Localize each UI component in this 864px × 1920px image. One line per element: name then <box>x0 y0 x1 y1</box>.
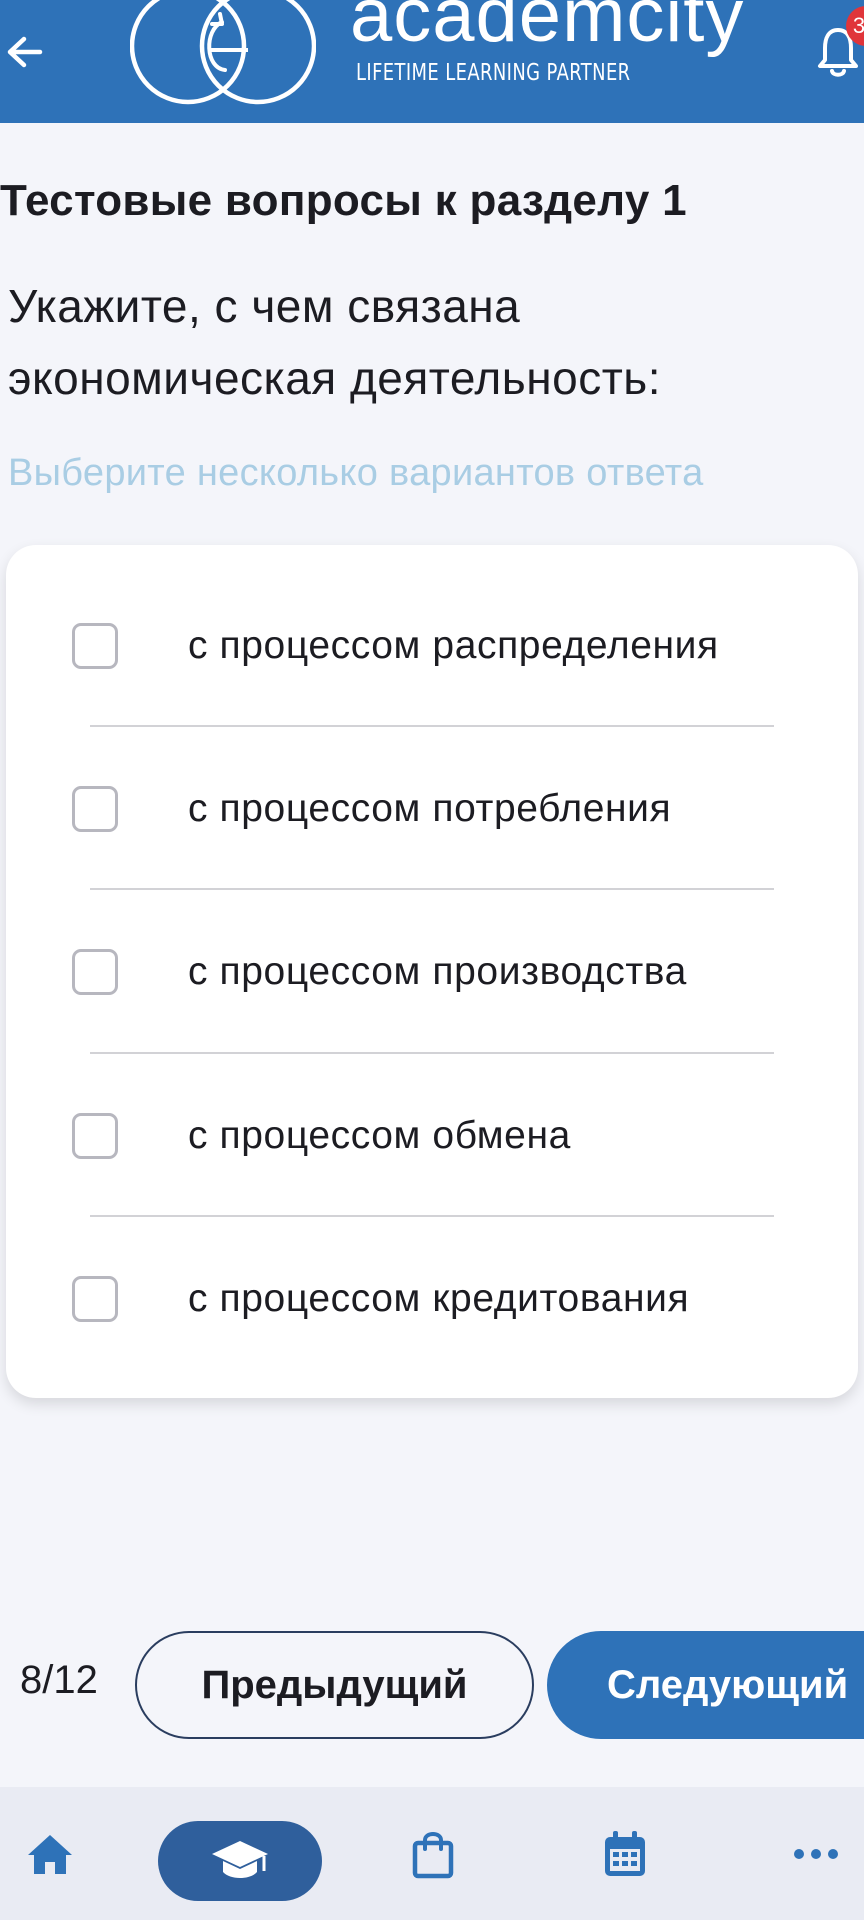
answer-option[interactable]: с процессом потребления <box>6 727 858 890</box>
option-label: с процессом потребления <box>188 786 672 830</box>
checkbox[interactable] <box>72 1112 118 1159</box>
nav-more[interactable] <box>780 1787 852 1920</box>
answer-option[interactable]: с процессом обмена <box>6 1054 858 1217</box>
checkbox[interactable] <box>72 948 118 995</box>
more-dots-icon <box>794 1848 838 1859</box>
home-icon <box>28 1834 72 1874</box>
nav-shop[interactable] <box>398 1787 468 1920</box>
bottom-navigation <box>0 1787 864 1920</box>
answer-option[interactable]: с процессом распределения <box>6 564 858 727</box>
arrow-left-icon <box>7 36 43 68</box>
checkbox[interactable] <box>72 622 118 669</box>
answer-options-card: с процессом распределения с процессом по… <box>6 545 858 1398</box>
brand-tagline: LIFETIME LEARNING PARTNER <box>356 60 631 86</box>
option-label: с процессом производства <box>188 949 687 993</box>
graduation-cap-icon <box>212 1841 268 1878</box>
option-label: с процессом распределения <box>188 623 719 667</box>
nav-home[interactable] <box>14 1787 86 1920</box>
nav-calendar[interactable] <box>590 1787 660 1920</box>
answer-option[interactable]: с процессом кредитования <box>6 1217 858 1380</box>
checkbox[interactable] <box>72 1275 118 1322</box>
option-label: с процессом обмена <box>188 1113 571 1157</box>
test-question-screen: academcity LIFETIME LEARNING PARTNER 3 Т… <box>0 0 864 1920</box>
page-title: Тестовые вопросы к разделу 1 <box>0 176 687 225</box>
nav-courses[interactable] <box>158 1821 322 1901</box>
shopping-bag-icon <box>412 1831 454 1878</box>
calendar-icon <box>605 1830 645 1876</box>
question-text: Укажите, с чем связана экономическая дея… <box>8 280 662 404</box>
answer-option[interactable]: с процессом производства <box>6 890 858 1053</box>
back-button[interactable] <box>0 22 48 82</box>
question-progress: 8/12 <box>20 1658 98 1702</box>
previous-button[interactable]: Предыдущий <box>135 1631 534 1739</box>
option-label: с процессом кредитования <box>188 1276 690 1320</box>
app-header: academcity LIFETIME LEARNING PARTNER 3 <box>0 0 864 123</box>
brand-name: academcity <box>350 0 745 58</box>
logo-icon <box>130 0 316 105</box>
next-button[interactable]: Следующий <box>547 1631 864 1739</box>
answer-hint: Выберите несколько вариантов ответа <box>8 452 704 494</box>
checkbox[interactable] <box>72 785 118 832</box>
